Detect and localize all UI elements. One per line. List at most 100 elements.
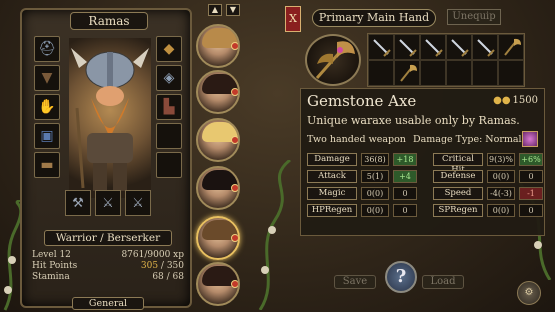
weapon-inventory-slot[interactable] <box>368 34 394 60</box>
sword-icon <box>425 39 443 57</box>
weapon-slots-bar: ⚒ ⚔ ⚔ <box>65 190 151 216</box>
ring-slot-1[interactable] <box>156 123 182 149</box>
class-title: Warrior / Berserker <box>44 230 172 246</box>
weapon-inventory-slot[interactable] <box>472 60 498 86</box>
party-scroll-arrows: ▲ ▼ <box>208 4 246 16</box>
sword-icon <box>451 39 469 57</box>
weapon-inventory-slot[interactable] <box>420 34 446 60</box>
unequip-button[interactable]: Unequip <box>447 9 501 25</box>
general-tab-button[interactable]: General <box>72 297 144 310</box>
character-panel: Ramas ⛑ ▼ ✋ ▣ ▬ ◆ ◈ ▙ ⚒ ⚔ ⚔ Warrior / Be… <box>20 8 192 310</box>
load-button[interactable]: Load <box>422 275 464 289</box>
amulet-icon: ◆ <box>163 41 175 57</box>
stat-gap <box>421 204 429 217</box>
weapon-inventory-slot[interactable] <box>394 60 420 86</box>
weapon-inventory-slot[interactable] <box>472 34 498 60</box>
game-screen: Ramas ⛑ ▼ ✋ ▣ ▬ ◆ ◈ ▙ ⚒ ⚔ ⚔ Warrior / Be… <box>0 0 555 312</box>
axe-icon: ⚒ <box>72 195 84 211</box>
help-button[interactable]: ? <box>385 261 417 293</box>
stat-row: Attack 5(1) +4 Defense 0(0) 0 <box>307 170 543 183</box>
hit-points-label: Hit Points <box>32 261 78 271</box>
item-hands: Two handed weapon <box>307 134 406 145</box>
right-equipment-slots: ◆ ◈ ▙ <box>156 36 182 178</box>
weapon-inventory-slot[interactable] <box>498 34 524 60</box>
weapon-inventory-grid <box>367 33 525 87</box>
weapon-inventory-slot[interactable] <box>446 60 472 86</box>
ranged-slot[interactable]: ⚔ <box>125 190 151 216</box>
stat-value: 0(0) <box>487 170 515 183</box>
selected-item-slot[interactable] <box>305 34 361 86</box>
helmet-icon: ⛑ <box>38 41 56 57</box>
belt-slot[interactable]: ▬ <box>34 152 60 178</box>
status-gem-icon <box>231 184 238 192</box>
party-member-portrait[interactable] <box>196 216 240 260</box>
party-member-portrait[interactable] <box>196 70 240 114</box>
stamina-row: Stamina 68 / 68 <box>32 272 184 283</box>
scroll-down-button[interactable]: ▼ <box>226 4 240 16</box>
stat-delta: +18 <box>393 153 417 166</box>
stat-label: Attack <box>307 170 357 183</box>
amulet-slot[interactable]: ◆ <box>156 36 182 62</box>
stat-value: 0(0) <box>361 187 389 200</box>
scroll-up-button[interactable]: ▲ <box>208 4 222 16</box>
axe-icon <box>400 64 417 82</box>
item-info-panel: Gemstone Axe ●● 1500 Unique waraxe usable… <box>300 88 545 236</box>
off-hand-slot[interactable]: ⚔ <box>95 190 121 216</box>
party-member-portrait[interactable] <box>196 24 240 68</box>
party-member-portrait[interactable] <box>196 262 240 306</box>
party-member-portrait[interactable] <box>196 166 240 210</box>
gemstone-axe-icon <box>315 41 355 79</box>
sword-icon <box>399 39 417 57</box>
weapon-inventory-slot[interactable] <box>420 60 446 86</box>
weapon-inventory-slot[interactable] <box>394 34 420 60</box>
item-name: Gemstone Axe <box>307 92 417 110</box>
close-button[interactable]: X <box>285 6 301 32</box>
save-button[interactable]: Save <box>334 275 376 289</box>
axe-icon <box>504 38 521 56</box>
boots-slot[interactable]: ▙ <box>156 94 182 120</box>
stat-label: Defense <box>433 170 483 183</box>
status-gem-icon <box>231 136 238 144</box>
weapon-inventory-slot[interactable] <box>446 34 472 60</box>
gloves-icon: ✋ <box>38 99 56 115</box>
level-label: Level 12 <box>32 250 71 260</box>
cloak-slot[interactable]: ▼ <box>34 65 60 91</box>
party-member-portrait[interactable] <box>196 118 240 162</box>
stat-value: 5(1) <box>361 170 389 183</box>
chest-armor-slot[interactable]: ◈ <box>156 65 182 91</box>
ring-slot-2[interactable] <box>156 152 182 178</box>
weapon-inventory-slot[interactable] <box>368 60 394 86</box>
stat-delta: +4 <box>393 170 417 183</box>
chest-armor-icon: ◈ <box>163 70 175 86</box>
gem-icon <box>522 131 538 147</box>
party-column: ▲ ▼ <box>196 4 246 309</box>
gold-coins-icon: ●● <box>493 95 511 106</box>
helmet-slot[interactable]: ⛑ <box>34 36 60 62</box>
armor-slot[interactable]: ▣ <box>34 123 60 149</box>
gloves-slot[interactable]: ✋ <box>34 94 60 120</box>
stat-delta: 0 <box>519 170 543 183</box>
stat-label: Damage <box>307 153 357 166</box>
sword-icon <box>373 39 391 57</box>
belt-icon: ▬ <box>40 157 54 173</box>
main-hand-slot[interactable]: ⚒ <box>65 190 91 216</box>
item-price: ●● 1500 <box>493 95 538 106</box>
weapon-inventory-slot[interactable] <box>498 60 524 86</box>
stat-row: HPRegen 0(0) 0 SPRegen 0(0) 0 <box>307 204 543 217</box>
stamina-label: Stamina <box>32 272 70 282</box>
stat-value: 0(0) <box>487 204 515 217</box>
gear-icon[interactable]: ⚙ <box>517 281 541 305</box>
sword-icon <box>477 39 495 57</box>
hit-points-value: 305 / 350 <box>140 261 184 271</box>
slot-mode-title: Primary Main Hand <box>312 9 436 27</box>
status-gem-icon <box>231 280 238 288</box>
stat-value: -4(-3) <box>487 187 515 200</box>
stamina-value: 68 / 68 <box>152 272 184 282</box>
empty-slot-icon: ⚔ <box>132 195 144 211</box>
item-stat-table: Damage 36(8) +18 Critical Hit 9(3)% +6% Attack… <box>307 153 543 221</box>
stat-label: SPRegen <box>433 204 483 217</box>
stat-value: 0(0) <box>361 204 389 217</box>
armor-icon: ▣ <box>40 128 54 144</box>
stat-value: 9(3)% <box>487 153 515 166</box>
cloak-icon: ▼ <box>41 70 53 86</box>
